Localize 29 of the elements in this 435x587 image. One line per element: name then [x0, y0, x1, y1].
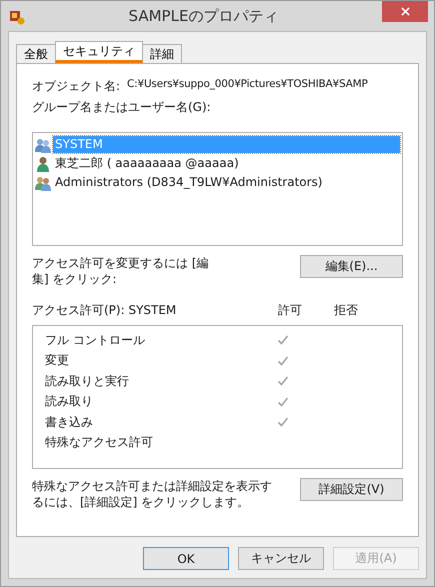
window-title: SAMPLEのプロパティ: [128, 7, 280, 26]
permission-name: フル コントロール: [45, 332, 146, 349]
close-button[interactable]: [382, 1, 428, 22]
ok-button[interactable]: OK: [143, 547, 229, 570]
close-icon: [400, 7, 410, 16]
user-row[interactable]: 東芝二郎 ( aaaaaaaaa @aaaaa): [35, 154, 400, 173]
user-row[interactable]: Administrators (D834_T9LW¥Administrators): [35, 173, 400, 192]
advanced-button[interactable]: 詳細設定(V): [300, 478, 403, 501]
group-label: グループ名またはユーザー名(G):: [32, 99, 212, 116]
permission-name: 変更: [45, 352, 70, 370]
users-icon: [35, 136, 51, 152]
permission-name: 読み取り: [45, 393, 94, 410]
dialog-button[interactable]: キャンセル: [238, 547, 324, 570]
users-icon: [35, 174, 51, 190]
object-name-label: オブジェクト名:: [32, 78, 122, 95]
tab[interactable]: 詳細: [142, 44, 182, 63]
permission-name: 読み取りと実行: [45, 372, 130, 390]
allow-header: 許可: [278, 302, 303, 319]
edit-button[interactable]: 編集(E)...: [300, 255, 403, 278]
tab[interactable]: セキュリティ: [55, 41, 143, 63]
advanced-hint: 特殊なアクセス許可または詳細設定を表示するには、[詳細設定] をクリックします。: [32, 478, 273, 510]
deny-header: 拒否: [334, 302, 359, 319]
tab[interactable]: 全般: [16, 44, 56, 63]
object-path: C:¥Users¥suppo_000¥Pictures¥TOSHIBA¥SAMP: [127, 78, 368, 92]
edit-hint: アクセス許可を変更するには [編集] をクリック:: [32, 255, 210, 287]
permission-name: 書き込み: [45, 414, 94, 431]
permissions-label: アクセス許可(P): SYSTEM: [32, 302, 178, 319]
permission-name: 特殊なアクセス許可: [45, 434, 154, 452]
user-icon: [35, 156, 51, 172]
